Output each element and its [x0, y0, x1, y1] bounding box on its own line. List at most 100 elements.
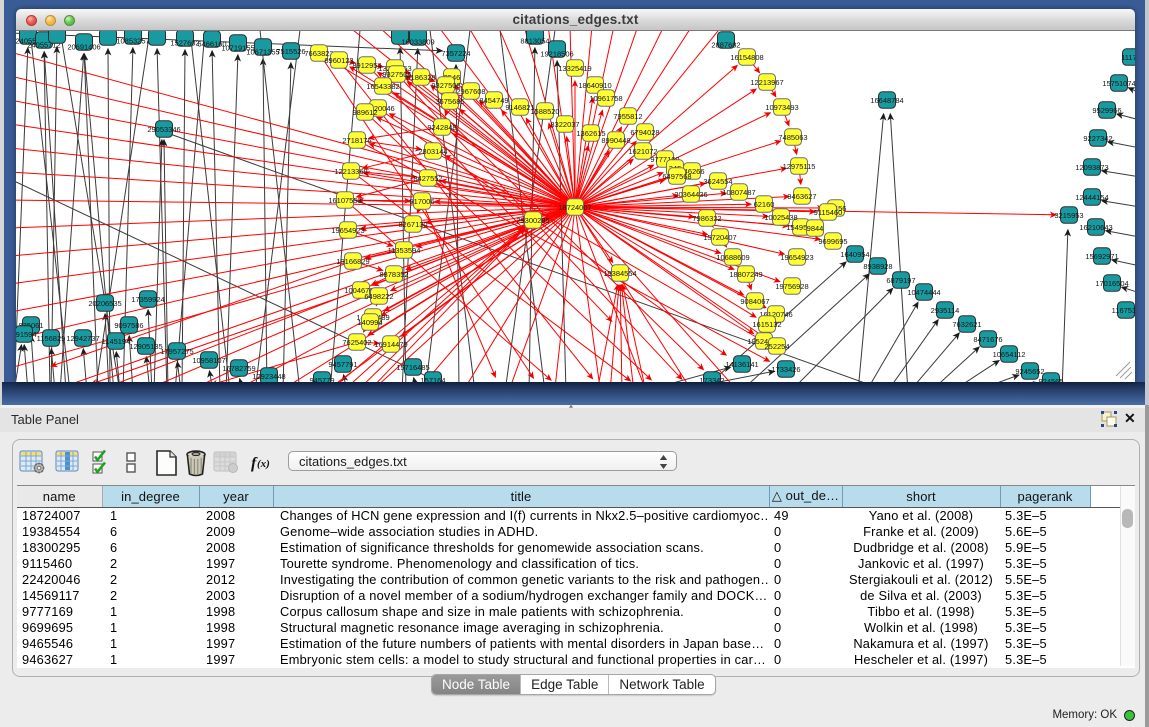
svg-text:19756928: 19756928 [775, 282, 808, 291]
svg-text:19654923: 19654923 [331, 226, 364, 235]
svg-text:9227342: 9227342 [1083, 134, 1112, 143]
svg-text:12093873: 12093873 [1075, 163, 1108, 172]
svg-text:8912954: 8912954 [352, 61, 381, 70]
svg-text:(x): (x) [257, 458, 270, 470]
svg-text:62160: 62160 [754, 200, 775, 209]
svg-text:10025438: 10025438 [764, 213, 797, 222]
svg-text:10688609: 10688609 [716, 253, 749, 262]
svg-text:20691406: 20691406 [67, 43, 100, 52]
svg-text:18640910: 18640910 [578, 81, 611, 90]
svg-text:8454749: 8454749 [479, 96, 508, 105]
svg-text:1615132: 1615132 [752, 320, 781, 329]
svg-text:7515526: 7515526 [276, 47, 305, 56]
svg-text:157164: 157164 [420, 376, 445, 382]
svg-text:10654112: 10654112 [993, 350, 1026, 359]
svg-text:924565: 924565 [1038, 377, 1063, 382]
svg-text:29300285: 29300285 [516, 216, 549, 225]
svg-text:19166829: 19166829 [336, 257, 369, 266]
svg-text:9844: 9844 [807, 224, 824, 233]
svg-text:1588520: 1588520 [530, 107, 559, 116]
svg-text:19218506: 19218506 [540, 50, 573, 59]
svg-text:9463627: 9463627 [787, 192, 816, 201]
svg-text:8960123: 8960123 [324, 56, 353, 65]
svg-text:252254: 252254 [764, 342, 789, 351]
svg-text:3624554: 3624554 [703, 177, 732, 186]
svg-text:10474444: 10474444 [907, 288, 940, 297]
svg-text:18807249: 18807249 [729, 270, 762, 279]
svg-text:8322037: 8322037 [550, 120, 579, 129]
svg-text:140994: 140994 [357, 318, 382, 327]
svg-text:7357224: 7357224 [441, 49, 470, 58]
svg-text:20206535: 20206535 [88, 299, 121, 308]
svg-text:2935114: 2935114 [931, 306, 960, 315]
svg-text:1145194: 1145194 [102, 337, 131, 346]
svg-text:12213369: 12213369 [334, 167, 367, 176]
svg-text:3675685: 3675685 [435, 97, 464, 106]
svg-text:1640954: 1640954 [840, 250, 869, 259]
svg-text:3215953: 3215953 [1054, 211, 1083, 220]
svg-text:19384554: 19384554 [603, 269, 636, 278]
svg-text:2967608: 2967608 [456, 87, 485, 96]
svg-text:8813054: 8813054 [520, 37, 549, 46]
svg-text:11172: 11172 [1121, 53, 1135, 62]
svg-text:1167533: 1167533 [1112, 306, 1135, 315]
svg-text:10853257: 10853257 [116, 37, 149, 46]
svg-text:1733426: 1733426 [771, 365, 800, 374]
svg-text:12923448: 12923448 [252, 372, 285, 381]
svg-text:20364436: 20364436 [674, 190, 707, 199]
svg-text:16210643: 16210643 [1079, 223, 1112, 232]
svg-text:8427552: 8427552 [413, 174, 442, 183]
svg-text:17016504: 17016504 [1095, 279, 1128, 288]
svg-text:10807487: 10807487 [722, 188, 755, 197]
svg-text:173342: 173342 [699, 376, 724, 382]
svg-text:16543382: 16543382 [366, 82, 399, 91]
svg-text:9699695: 9699695 [818, 237, 847, 246]
svg-text:1156829: 1156829 [37, 334, 66, 343]
svg-text:2887682: 2887682 [711, 41, 740, 50]
svg-text:989612: 989612 [352, 108, 377, 117]
svg-text:16033809: 16033809 [401, 38, 434, 47]
svg-text:9457791: 9457791 [328, 360, 357, 369]
svg-text:9245652: 9245652 [1015, 367, 1044, 376]
svg-text:18724007: 18724007 [558, 203, 591, 212]
svg-text:17957275: 17957275 [160, 347, 193, 356]
svg-text:15716485: 15716485 [396, 363, 429, 372]
svg-text:9242848: 9242848 [427, 123, 456, 132]
svg-text:7485063: 7485063 [778, 133, 807, 142]
svg-text:6794028: 6794028 [630, 128, 659, 137]
svg-text:1527602: 1527602 [170, 39, 199, 48]
svg-text:16782759: 16782759 [222, 364, 255, 373]
svg-text:9115460: 9115460 [814, 208, 843, 217]
svg-text:19654923: 19654923 [780, 253, 813, 262]
svg-text:16648784: 16648784 [870, 96, 903, 105]
svg-text:2803144: 2803144 [418, 147, 447, 156]
svg-text:12942737: 12942737 [66, 334, 99, 343]
svg-text:9529966: 9529966 [1092, 106, 1121, 115]
svg-text:917006: 917006 [409, 197, 434, 206]
svg-text:16107553: 16107553 [328, 196, 361, 205]
svg-text:12975115: 12975115 [783, 162, 816, 171]
svg-text:945779: 945779 [309, 376, 334, 382]
svg-text:15720407: 15720407 [703, 233, 736, 242]
svg-text:9084067: 9084067 [740, 297, 769, 306]
svg-text:13325419: 13325419 [558, 64, 591, 73]
svg-text:15692971: 15692971 [1085, 252, 1118, 261]
svg-text:12213967: 12213967 [750, 78, 783, 87]
svg-text:8938928: 8938928 [863, 262, 892, 271]
svg-text:29053346: 29053346 [147, 125, 180, 134]
svg-text:14136141: 14136141 [725, 360, 758, 369]
svg-text:17359924: 17359924 [131, 295, 164, 304]
svg-text:7986322: 7986322 [692, 214, 721, 223]
svg-text:7625402: 7625402 [342, 338, 371, 347]
svg-text:10671355: 10671355 [246, 48, 279, 57]
svg-text:16154808: 16154808 [730, 53, 763, 62]
svg-text:10958107: 10958107 [192, 356, 225, 365]
svg-text:2718176: 2718176 [342, 136, 371, 145]
svg-text:16914479: 16914479 [374, 340, 407, 349]
svg-text:8878352: 8878352 [379, 270, 408, 279]
svg-text:11353594: 11353594 [388, 246, 421, 255]
svg-text:6879197: 6879197 [886, 276, 915, 285]
svg-text:10961758: 10961758 [589, 94, 622, 103]
svg-text:7632621: 7632621 [952, 320, 981, 329]
svg-text:6498222: 6498222 [364, 292, 393, 301]
